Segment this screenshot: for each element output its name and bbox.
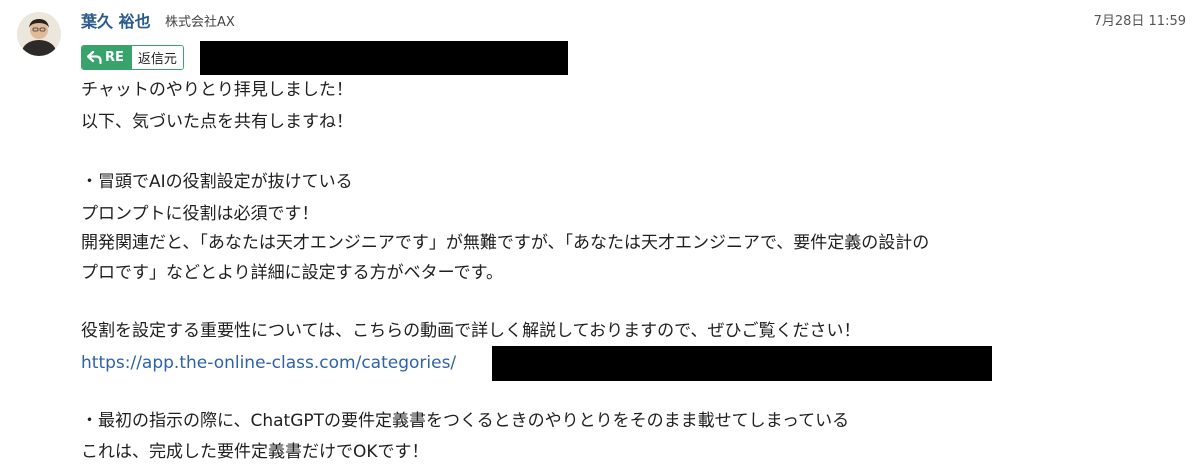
message-line: ・冒頭でAIの役割設定が抜けている: [81, 172, 353, 192]
message-line: プロです」などとより詳細に設定する方がベターです。: [81, 263, 503, 283]
avatar[interactable]: [17, 12, 61, 56]
message-line: プロンプトに役割は必須です！: [81, 204, 319, 224]
redacted-region: [492, 346, 992, 381]
message-line: チャットのやりとり拝見しました！: [81, 80, 353, 100]
message-line: これは、完成した要件定義書だけでOKです！: [81, 442, 429, 462]
video-link[interactable]: https://app.the-online-class.com/categor…: [81, 352, 456, 374]
redacted-region: [200, 41, 568, 75]
re-tag: RE: [82, 46, 131, 69]
chat-message: 葉久 裕也 株式会社AX 7月28日 11:59 RE 返信元 チャットのやりと…: [0, 0, 1200, 473]
message-line: ・最初の指示の際に、ChatGPTの要件定義書をつくるときのやりとりをそのまま載…: [81, 411, 850, 431]
sender-name[interactable]: 葉久 裕也: [81, 12, 151, 32]
re-tag-label: RE: [105, 50, 124, 65]
sender-company: 株式会社AX: [165, 15, 235, 30]
message-line: 開発関連だと、「あなたは天才エンジニアです」が無難ですが、「あなたは天才エンジニ…: [81, 233, 930, 253]
reply-source-label: 返信元: [130, 46, 183, 69]
reply-arrow-icon: [87, 51, 102, 64]
message-timestamp: 7月28日 11:59: [1093, 14, 1186, 29]
reply-source-badge[interactable]: RE 返信元: [81, 45, 184, 70]
message-line: 役割を設定する重要性については、こちらの動画で詳しく解説しておりますので、ぜひご…: [81, 321, 861, 341]
message-line: 以下、気づいた点を共有しますね！: [81, 112, 353, 132]
